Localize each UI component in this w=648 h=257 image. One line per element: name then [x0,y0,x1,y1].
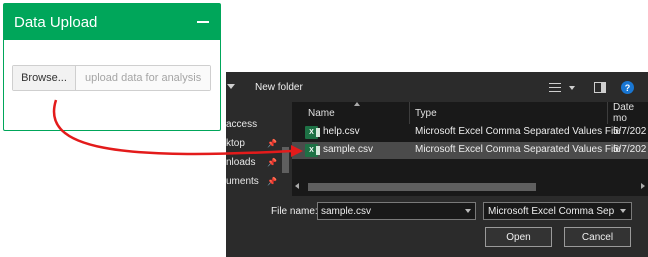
excel-file-icon: X [305,126,320,139]
dialog-toolbar: New folder ? [226,72,648,102]
file-type-dropdown-icon[interactable] [620,209,626,213]
panel-header: Data Upload [4,4,220,40]
browse-button[interactable]: Browse... [13,66,76,90]
preview-pane-icon[interactable] [594,82,606,93]
nav-item-desktop[interactable]: ktop [226,138,245,149]
organize-chevron-icon[interactable] [227,84,235,89]
column-divider[interactable] [409,102,410,124]
file-list: Name Type Date mo X help.csv Microsoft E… [292,102,648,196]
column-divider[interactable] [607,102,608,124]
pin-icon: 📌 [267,177,277,186]
new-folder-button[interactable]: New folder [255,82,303,93]
file-input-group: Browse... upload data for analysis [12,65,211,91]
file-name-label: File name: [271,206,318,217]
column-header-name[interactable]: Name [308,102,335,124]
file-type-select[interactable]: Microsoft Excel Comma Separa [483,202,632,220]
open-button[interactable]: Open [485,227,552,247]
scroll-right-icon[interactable] [641,183,645,189]
navigation-pane: access ktop 📌 nloads 📌 uments 📌 [226,102,292,218]
column-header-date[interactable]: Date mo [613,102,648,124]
cancel-button[interactable]: Cancel [564,227,631,247]
file-name-display: upload data for analysis [76,66,210,90]
collapse-minus-icon[interactable] [196,15,210,29]
horizontal-scrollbar[interactable] [292,180,648,194]
file-date: 5/7/202 [613,126,647,137]
file-row-selected[interactable]: X sample.csv Microsoft Excel Comma Separ… [292,142,648,159]
pin-icon: 📌 [267,158,277,167]
nav-item-quick-access[interactable]: access [226,119,257,130]
file-name: sample.csv [323,144,374,155]
sort-ascending-icon [354,102,360,106]
nav-item-documents[interactable]: uments [226,176,259,187]
file-type: Microsoft Excel Comma Separated Values F… [415,126,622,137]
open-file-dialog: New folder ? access ktop 📌 nloads 📌 umen… [226,72,648,257]
dialog-footer: File name: sample.csv Microsoft Excel Co… [226,196,648,257]
file-row[interactable]: X help.csv Microsoft Excel Comma Separat… [292,124,648,141]
view-dropdown-icon[interactable] [569,86,575,90]
horizontal-scroll-thumb[interactable] [308,183,536,191]
panel-title: Data Upload [14,13,98,31]
file-name-input-value: sample.csv [321,205,372,217]
file-type: Microsoft Excel Comma Separated Values F… [415,144,622,155]
pin-icon: 📌 [267,139,277,148]
nav-item-downloads[interactable]: nloads [226,157,255,168]
column-header-type[interactable]: Type [415,102,437,124]
view-options-icon[interactable] [549,83,561,92]
file-name: help.csv [323,126,360,137]
file-name-dropdown-icon[interactable] [465,209,471,213]
help-icon[interactable]: ? [621,81,634,94]
data-upload-panel: Data Upload Browse... upload data for an… [3,3,221,131]
excel-file-icon: X [305,144,320,157]
file-date: 5/7/202 [613,144,647,155]
file-type-select-value: Microsoft Excel Comma Separa [488,205,614,217]
scroll-left-icon[interactable] [295,183,299,189]
file-name-input[interactable]: sample.csv [317,202,476,220]
nav-scroll-thumb[interactable] [282,147,289,173]
